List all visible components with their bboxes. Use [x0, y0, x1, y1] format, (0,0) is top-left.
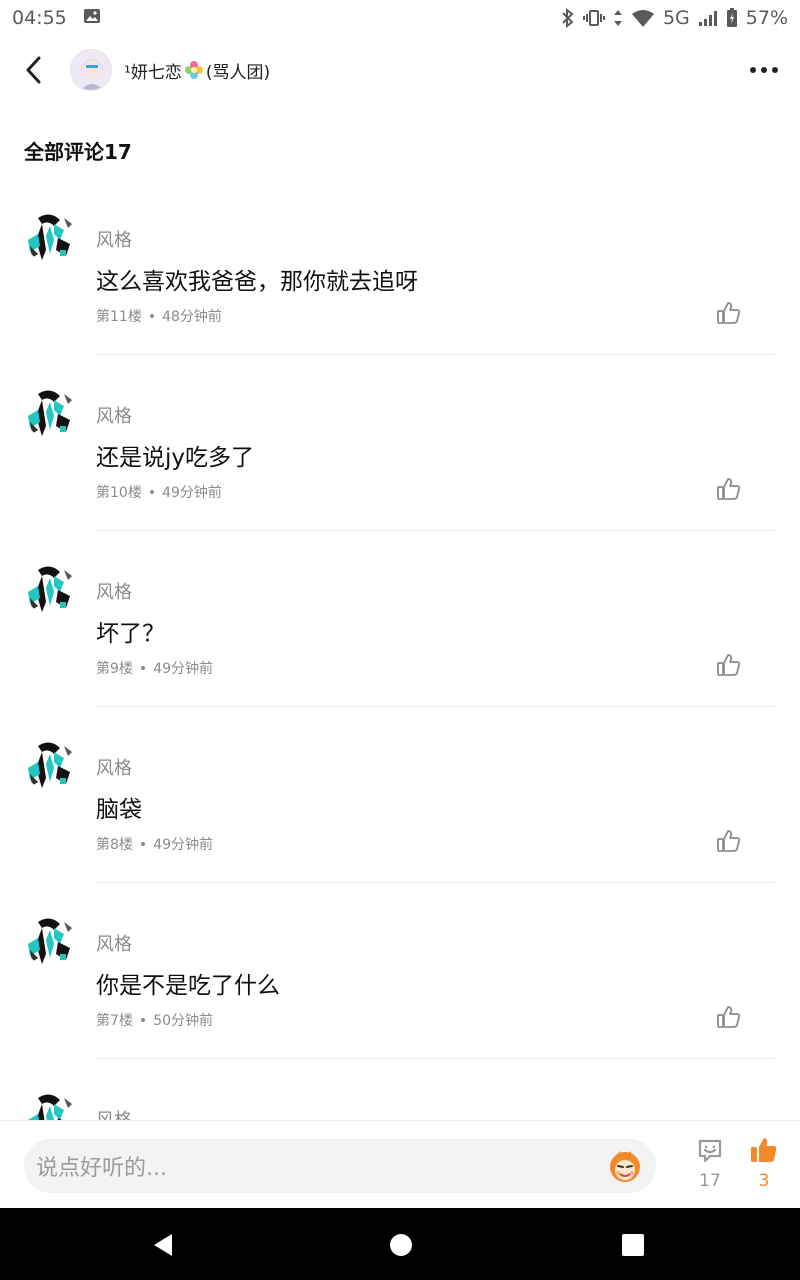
comment-text: 你是不是吃了什么 [96, 973, 280, 999]
commenter-avatar[interactable] [24, 562, 76, 614]
comment-count-button[interactable]: 17 [690, 1137, 730, 1197]
wifi-icon [631, 9, 655, 27]
comment-count: 17 [699, 1171, 721, 1191]
comment-item[interactable]: 风格还是说jy吃多了第10楼 • 49分钟前 [0, 376, 800, 552]
all-comments-title: 全部评论17 [24, 140, 132, 164]
post-like-button[interactable]: 3 [744, 1135, 784, 1195]
comment-meta: 第10楼 • 49分钟前 [96, 482, 222, 502]
author-name[interactable]: ¹妍七恋 (骂人团) [124, 58, 270, 83]
status-bar: 04:55 5G 57% [0, 0, 800, 36]
thumbs-up-icon [717, 478, 741, 500]
vibrate-icon [582, 9, 605, 27]
commenter-name[interactable]: 风格 [96, 226, 132, 252]
commenter-name[interactable]: 风格 [96, 402, 132, 428]
comment-time: 49分钟前 [153, 661, 214, 677]
more-options-button[interactable] [746, 54, 782, 86]
comment-divider [96, 354, 774, 355]
comment-like-button[interactable] [716, 300, 744, 328]
commenter-name[interactable]: 风格 [96, 754, 132, 780]
comment-divider [96, 1058, 774, 1059]
comment-time: 49分钟前 [153, 837, 214, 853]
comment-item[interactable]: 风格脑袋第8楼 • 49分钟前 [0, 728, 800, 904]
meta-separator: • [138, 1013, 148, 1029]
more-dot [750, 67, 756, 73]
commenter-name[interactable]: 风格 [96, 930, 132, 956]
commenter-name[interactable]: 风格 [96, 578, 132, 604]
commenter-avatar[interactable] [24, 738, 76, 790]
signal-icon [698, 9, 718, 27]
comment-item[interactable]: 风格这么喜欢我爸爸，那你就去追呀第11楼 • 48分钟前 [0, 200, 800, 376]
comment-text: 坏了？ [96, 621, 165, 647]
thumbs-up-icon [717, 654, 741, 676]
more-dot [772, 67, 778, 73]
comment-divider [96, 706, 774, 707]
comment-like-button[interactable] [716, 476, 744, 504]
comment-list[interactable]: 风格 这么喜欢我爸爸，那你就去追呀 第11楼 • 48分钟前 风格 还是说jy吃多了 第10… [0, 200, 800, 1120]
post-header: ¹妍七恋 (骂人团) [0, 40, 800, 100]
comment-floor: 第7楼 [96, 1013, 133, 1029]
author-group: (骂人团) [205, 62, 271, 83]
comment-text: 还是说jy吃多了 [96, 445, 255, 471]
like-count: 3 [758, 1171, 770, 1191]
comment-like-button[interactable] [716, 652, 744, 680]
more-dot [761, 67, 767, 73]
back-button[interactable] [4, 40, 64, 100]
thumbs-up-filled-icon [751, 1138, 777, 1162]
emoji-monkey-icon[interactable] [606, 1147, 644, 1185]
comment-meta: 第8楼 • 49分钟前 [96, 834, 213, 854]
nav-recents-icon[interactable] [620, 1232, 646, 1258]
comment-item[interactable]: 风格坏了？ 第9楼 • 49分钟前 [0, 552, 800, 728]
comment-item[interactable]: 风格你是不是吃了什么第7楼 • 50分钟前 [0, 904, 800, 1080]
comment-meta: 第11楼 • 48分钟前 [96, 306, 222, 326]
meta-separator: • [147, 485, 157, 501]
battery-icon [726, 8, 738, 28]
meta-separator: • [147, 309, 157, 325]
comment-text: 脑袋 [96, 797, 142, 823]
meta-separator: • [138, 661, 148, 677]
battery-level: 57% [745, 7, 788, 29]
commenter-avatar[interactable] [24, 386, 76, 438]
comment-input-placeholder: 说点好听的... [36, 1156, 167, 1181]
system-nav-bar [0, 1208, 800, 1280]
commenter-avatar[interactable] [24, 914, 76, 966]
comment-floor: 第9楼 [96, 661, 133, 677]
commenter-avatar[interactable] [24, 210, 76, 262]
comment-divider [96, 882, 774, 883]
comment-input[interactable]: 说点好听的... [24, 1139, 656, 1193]
comment-time: 48分钟前 [162, 309, 222, 325]
author-name-main: ¹妍七恋 [124, 62, 182, 83]
bottom-comment-bar: 说点好听的... 17 3 [0, 1120, 800, 1208]
chevron-left-icon [26, 56, 41, 84]
thumbs-up-icon [717, 1006, 741, 1028]
comment-time: 49分钟前 [162, 485, 222, 501]
comment-like-button[interactable] [716, 828, 744, 856]
comment-divider [96, 530, 774, 531]
network-type: 5G [662, 7, 690, 29]
comment-time: 50分钟前 [153, 1013, 214, 1029]
comment-like-button[interactable] [716, 1004, 744, 1032]
author-avatar[interactable] [70, 49, 112, 91]
comment-floor: 第10楼 [96, 485, 142, 501]
data-arrows-icon [613, 9, 623, 27]
nav-back-icon[interactable] [150, 1232, 176, 1258]
comment-floor: 第11楼 [96, 309, 142, 325]
status-time: 04:55 [12, 7, 67, 29]
commenter-avatar[interactable] [24, 1090, 76, 1120]
comment-meta: 第9楼 • 49分钟前 [96, 658, 213, 678]
image-notification-icon [83, 7, 101, 30]
comment-text: 这么喜欢我爸爸，那你就去追呀 [96, 269, 418, 295]
commenter-name[interactable]: 风格 [96, 1106, 132, 1120]
thumbs-up-icon [717, 830, 741, 852]
meta-separator: • [138, 837, 148, 853]
nav-home-icon[interactable] [388, 1232, 414, 1258]
thumbs-up-icon [717, 302, 741, 324]
bluetooth-icon [561, 8, 575, 28]
comment-item[interactable]: 风格 [0, 1080, 800, 1120]
flower-icon [184, 60, 204, 80]
comment-bubble-icon [698, 1139, 722, 1163]
comment-meta: 第7楼 • 50分钟前 [96, 1010, 213, 1030]
comment-floor: 第8楼 [96, 837, 133, 853]
